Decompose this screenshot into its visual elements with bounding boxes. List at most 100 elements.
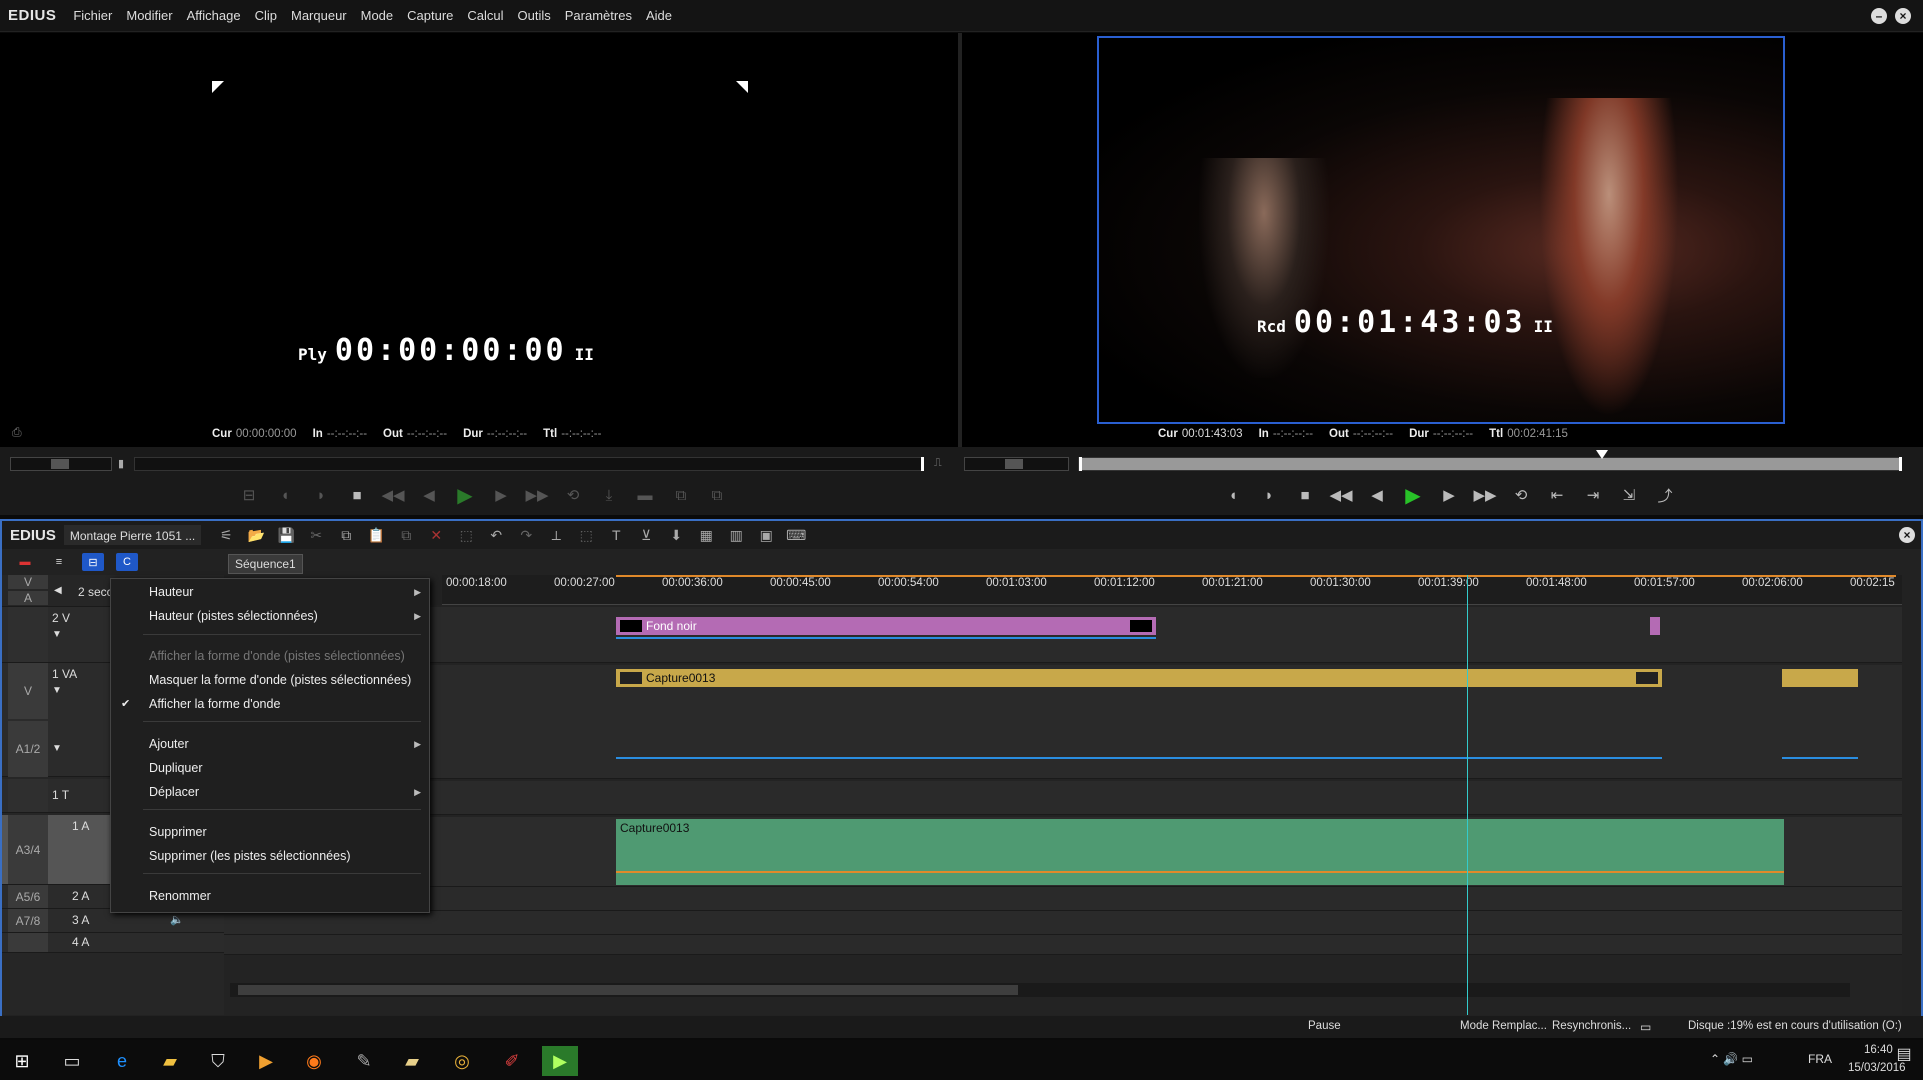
ripple-mode-icon[interactable]: C (116, 553, 138, 571)
paste-icon[interactable]: 📋 (361, 524, 391, 546)
track-settings-icon[interactable]: ≡ (48, 553, 70, 571)
recorder-jog-slider[interactable] (964, 457, 1069, 471)
clock-time[interactable]: 16:40 (1864, 1044, 1893, 1056)
ripple-delete-icon[interactable]: ⬚ (451, 524, 481, 546)
menu-outils[interactable]: Outils (511, 8, 558, 23)
menu-item-renommer[interactable]: Renommer (149, 889, 211, 903)
player-tool-icon[interactable]: ⎍ (934, 457, 942, 470)
app-icon-2[interactable]: ✐ (494, 1046, 530, 1076)
tray-icons[interactable]: ⌃ 🔊 ▭ (1710, 1052, 1753, 1066)
cut-icon[interactable]: ✂ (301, 524, 331, 546)
track-1va[interactable]: 1 VA (52, 667, 77, 681)
time-ruler[interactable]: 00:00:18:00 00:00:27:00 00:00:36:00 00:0… (442, 575, 1902, 605)
clip-fond-noir-end[interactable] (1650, 617, 1660, 635)
clip-thumbnails-group[interactable] (1782, 669, 1858, 687)
track-4a[interactable]: 4 A (72, 935, 89, 949)
media-player-icon[interactable]: ▶ (248, 1046, 284, 1076)
side-a12[interactable]: A1/2 (8, 721, 48, 777)
firefox-icon[interactable]: ◉ (296, 1046, 332, 1076)
export-icon[interactable]: ⤴ (1654, 484, 1676, 506)
track-2a[interactable]: 2 A (72, 889, 89, 903)
play-icon[interactable]: ▶ (1402, 484, 1424, 507)
copy-icon[interactable]: ⧉ (331, 524, 361, 546)
app-icon[interactable]: ✎ (346, 1046, 382, 1076)
mark-out-icon[interactable]: ◗ (310, 484, 332, 506)
mark-out-icon[interactable]: ◗ (1258, 484, 1280, 506)
cut-point-icon[interactable]: ⟂ (541, 524, 571, 546)
grid-icon[interactable]: ▦ (691, 524, 721, 546)
track-1a[interactable]: 1 A (72, 819, 89, 833)
player-seek-bar[interactable] (134, 457, 924, 471)
sequence-settings-icon[interactable]: ⚟ (211, 524, 241, 546)
horizontal-scrollbar[interactable] (230, 983, 1850, 997)
volume-line[interactable] (616, 757, 1662, 759)
zoom-level[interactable]: 2 secc (78, 585, 113, 599)
side-a78[interactable]: A7/8 (8, 909, 48, 932)
v-patch-label[interactable]: V (8, 575, 48, 589)
minimize-button[interactable]: – (1871, 7, 1887, 24)
opacity-line[interactable] (616, 637, 1156, 639)
menu-mode[interactable]: Mode (354, 8, 401, 23)
fast-forward-icon[interactable]: ▶▶ (525, 484, 548, 506)
menu-item-supprimer-selection[interactable]: Supprimer (les pistes sélectionnées) (149, 849, 350, 863)
menu-aide[interactable]: Aide (639, 8, 679, 23)
edius-icon[interactable]: ▶ (542, 1046, 578, 1076)
sync-mode-icon[interactable]: ▬ (14, 553, 36, 571)
notification-icon[interactable]: ▤ (1890, 1044, 1918, 1074)
menu-clip[interactable]: Clip (248, 8, 284, 23)
lane-3a[interactable] (224, 911, 1902, 935)
track-2v[interactable]: 2 V (52, 611, 70, 625)
side-a56[interactable]: A5/6 (8, 885, 48, 908)
title-icon[interactable]: T (601, 524, 631, 546)
side-a34[interactable]: A3/4 (8, 815, 48, 884)
mark-in-icon[interactable]: ◖ (1222, 484, 1244, 506)
lane-1va[interactable]: Capture0013 (224, 665, 1902, 779)
menu-parametres[interactable]: Paramètres (558, 8, 639, 23)
clip-capture-video[interactable]: Capture0013 (616, 669, 1662, 687)
menu-item-ajouter[interactable]: Ajouter (149, 737, 189, 751)
file-explorer-icon[interactable]: ▰ (152, 1046, 188, 1076)
project-name[interactable]: Montage Pierre 1051 ... (63, 525, 202, 545)
step-forward-icon[interactable]: ▶ (1438, 484, 1460, 506)
jump-icon[interactable]: ⇲ (1618, 484, 1640, 506)
scrollbar-thumb[interactable] (238, 985, 1018, 995)
lane-1t[interactable] (224, 781, 1902, 815)
save-project-icon[interactable]: 💾 (271, 524, 301, 546)
folder-icon[interactable]: ▰ (394, 1046, 430, 1076)
clip-capture-audio[interactable]: Capture0013 (616, 819, 1784, 885)
prev-edit-icon[interactable]: ⇤ (1546, 484, 1568, 506)
timeline-close-button[interactable]: × (1899, 527, 1915, 543)
step-back-icon[interactable]: ◀ (1366, 484, 1388, 506)
open-project-icon[interactable]: 📂 (241, 524, 271, 546)
transition-icon[interactable]: ⬚ (571, 524, 601, 546)
mixer-icon[interactable]: ▥ (721, 524, 751, 546)
expand-icon[interactable]: ▼ (52, 629, 62, 640)
lane-4a[interactable] (224, 935, 1902, 955)
task-view-icon[interactable]: ▭ (54, 1046, 90, 1076)
playhead-marker-icon[interactable] (1596, 450, 1608, 459)
volume-line[interactable] (1782, 757, 1858, 759)
a-patch-label[interactable]: A (8, 591, 48, 605)
player-jog-slider[interactable] (10, 457, 112, 471)
menu-item-dupliquer[interactable]: Dupliquer (149, 761, 203, 775)
expand-icon[interactable]: ▼ (52, 743, 62, 754)
step-forward-icon[interactable]: ▶ (490, 484, 512, 506)
menu-item-supprimer[interactable]: Supprimer (149, 825, 207, 839)
timeline-cursor[interactable] (1467, 575, 1468, 1015)
keyboard-icon[interactable]: ⌨ (781, 524, 811, 546)
step-back-icon[interactable]: ◀ (418, 484, 440, 506)
clip-fond-noir[interactable]: Fond noir (616, 617, 1156, 635)
loop-icon[interactable]: ⟲ (562, 484, 584, 506)
side-v[interactable]: V (8, 663, 48, 719)
render-icon[interactable]: ⬇ (661, 524, 691, 546)
edge-icon[interactable]: e (104, 1046, 140, 1076)
lane-2a[interactable] (224, 887, 1902, 911)
menu-item-hauteur[interactable]: Hauteur (149, 585, 193, 599)
store-icon[interactable]: ⛉ (200, 1046, 236, 1076)
camera-icon[interactable]: ⎙ (12, 425, 22, 440)
sequence-tab[interactable]: Séquence1 (228, 554, 303, 574)
menu-item-hauteur-selection[interactable]: Hauteur (pistes sélectionnées) (149, 609, 318, 623)
language-indicator[interactable]: FRA (1808, 1052, 1832, 1066)
rewind-icon[interactable]: ◀◀ (381, 484, 404, 506)
speaker-icon[interactable]: 🔈 (170, 913, 184, 926)
